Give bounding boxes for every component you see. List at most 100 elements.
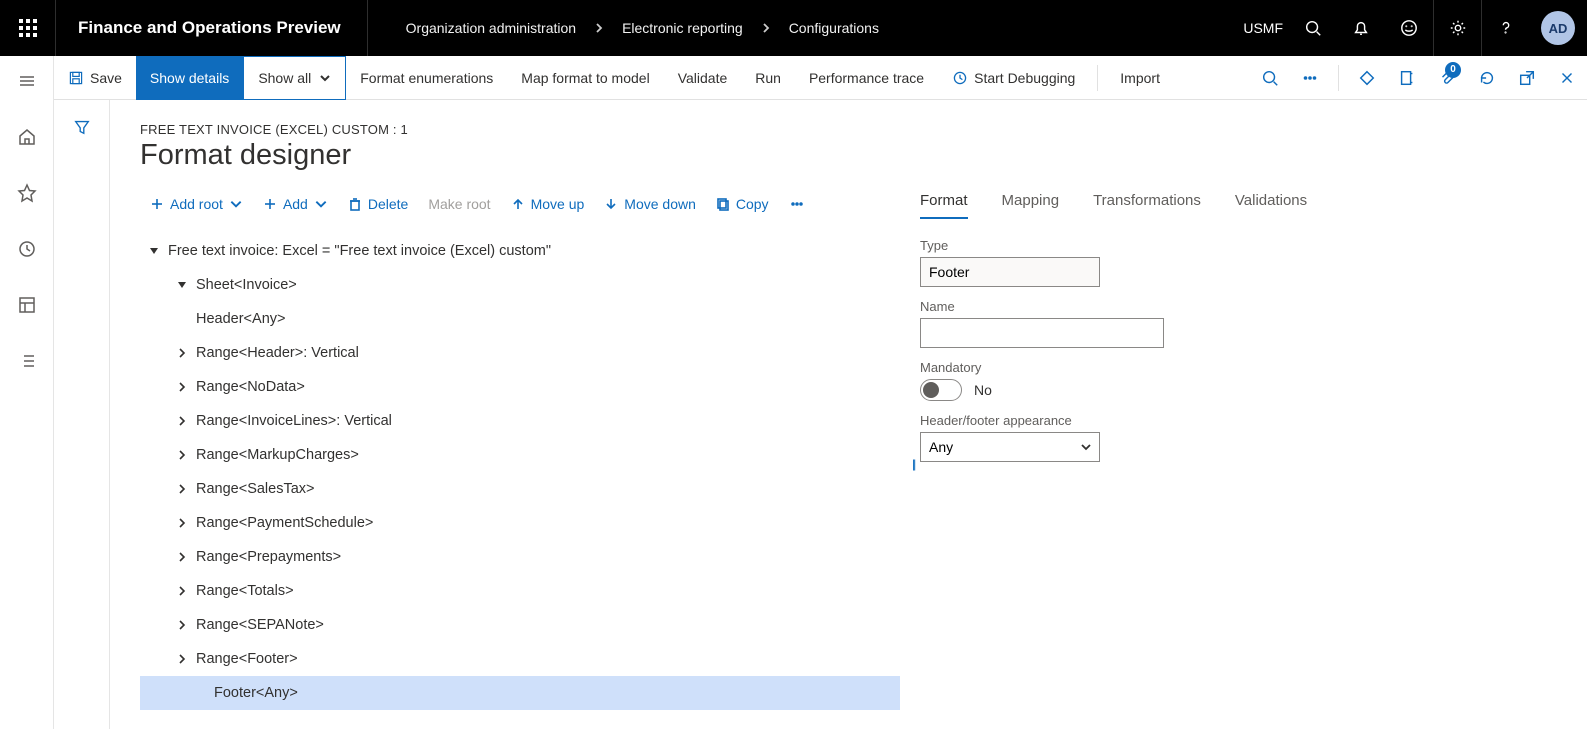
chevron-down-icon	[319, 72, 331, 84]
delete-label: Delete	[368, 196, 408, 212]
mandatory-value: No	[974, 382, 992, 398]
tree-node-range-invoicelines[interactable]: Range<InvoiceLines>: Vertical	[140, 404, 900, 438]
caret-right-icon[interactable]	[168, 450, 196, 460]
show-all-button[interactable]: Show all	[243, 56, 346, 100]
breadcrumb-item[interactable]: Configurations	[789, 20, 879, 36]
add-root-button[interactable]: Add root	[140, 192, 253, 216]
home-icon[interactable]	[0, 114, 54, 160]
caret-right-icon[interactable]	[168, 484, 196, 494]
tree-node-range-sepanote[interactable]: Range<SEPANote>	[140, 608, 900, 642]
divider	[1338, 65, 1339, 91]
caret-right-icon[interactable]	[168, 654, 196, 664]
diamond-icon[interactable]	[1347, 56, 1387, 100]
tab-mapping[interactable]: Mapping	[1002, 192, 1060, 219]
tree-node-label: Range<Header>: Vertical	[196, 336, 359, 370]
appearance-select[interactable]	[920, 432, 1100, 462]
caret-down-icon[interactable]	[140, 246, 168, 256]
move-up-button[interactable]: Move up	[501, 192, 595, 216]
caret-right-icon[interactable]	[168, 382, 196, 392]
tree-node-range-salestax[interactable]: Range<SalesTax>	[140, 472, 900, 506]
gear-icon[interactable]	[1433, 0, 1481, 56]
more-icon[interactable]	[1290, 56, 1330, 100]
page-title: Format designer	[140, 139, 1557, 172]
topbar: Finance and Operations Preview Organizat…	[0, 0, 1587, 56]
filter-icon[interactable]	[73, 118, 91, 729]
delete-button[interactable]: Delete	[338, 192, 418, 216]
performance-trace-button[interactable]: Performance trace	[795, 56, 938, 100]
tree-node-root[interactable]: Free text invoice: Excel = "Free text in…	[140, 234, 900, 268]
make-root-button: Make root	[418, 192, 500, 216]
company-code[interactable]: USMF	[1243, 20, 1283, 36]
star-icon[interactable]	[0, 170, 54, 216]
tab-transformations[interactable]: Transformations	[1093, 192, 1201, 219]
add-root-label: Add root	[170, 196, 223, 212]
validate-button[interactable]: Validate	[664, 56, 742, 100]
caret-right-icon[interactable]	[168, 416, 196, 426]
page-search-icon[interactable]	[1250, 56, 1290, 100]
caret-down-icon[interactable]	[168, 280, 196, 290]
tree-node-range-markup[interactable]: Range<MarkupCharges>	[140, 438, 900, 472]
modules-icon[interactable]	[0, 338, 54, 384]
chevron-down-icon	[314, 197, 328, 211]
mandatory-toggle[interactable]	[920, 379, 962, 401]
format-enumerations-button[interactable]: Format enumerations	[346, 56, 507, 100]
caret-right-icon[interactable]	[168, 586, 196, 596]
tree-node-range-nodata[interactable]: Range<NoData>	[140, 370, 900, 404]
bell-icon[interactable]	[1337, 0, 1385, 56]
make-root-label: Make root	[428, 196, 490, 212]
move-down-button[interactable]: Move down	[594, 192, 706, 216]
appearance-field[interactable]	[920, 432, 1100, 462]
copy-button[interactable]: Copy	[706, 192, 779, 216]
add-button[interactable]: Add	[253, 192, 338, 216]
filter-panel	[54, 100, 110, 729]
breadcrumb-item[interactable]: Electronic reporting	[622, 20, 743, 36]
tree-node-range-totals[interactable]: Range<Totals>	[140, 574, 900, 608]
run-button[interactable]: Run	[741, 56, 795, 100]
divider	[1097, 65, 1098, 91]
help-icon[interactable]	[1481, 0, 1529, 56]
name-field[interactable]	[920, 318, 1164, 348]
tree-node-label: Range<SEPANote>	[196, 608, 324, 642]
nav-collapse-icon[interactable]	[0, 58, 54, 104]
close-icon[interactable]	[1547, 56, 1587, 100]
app-launcher-icon[interactable]	[0, 0, 56, 56]
tree-node-footer[interactable]: Footer<Any>	[140, 676, 900, 710]
map-format-button[interactable]: Map format to model	[507, 56, 663, 100]
type-label: Type	[920, 238, 1340, 253]
attachments-badge: 0	[1445, 62, 1461, 78]
tree-node-range-paymentschedule[interactable]: Range<PaymentSchedule>	[140, 506, 900, 540]
tree-toolbar-overflow[interactable]	[779, 192, 815, 216]
tree-node-sheet[interactable]: Sheet<Invoice>	[140, 268, 900, 302]
tree-node-header[interactable]: Header<Any>	[140, 302, 900, 336]
refresh-icon[interactable]	[1467, 56, 1507, 100]
import-button[interactable]: Import	[1106, 56, 1174, 100]
tree-node-range-prepayments[interactable]: Range<Prepayments>	[140, 540, 900, 574]
smiley-icon[interactable]	[1385, 0, 1433, 56]
tab-format[interactable]: Format	[920, 192, 968, 219]
tree-node-range-header[interactable]: Range<Header>: Vertical	[140, 336, 900, 370]
chevron-right-icon	[761, 20, 771, 36]
start-debugging-label: Start Debugging	[974, 70, 1075, 86]
chevron-right-icon	[594, 20, 604, 36]
caret-right-icon[interactable]	[168, 620, 196, 630]
caret-right-icon[interactable]	[168, 518, 196, 528]
splitter-handle[interactable]: ||	[912, 457, 914, 471]
recent-icon[interactable]	[0, 226, 54, 272]
start-debugging-button[interactable]: Start Debugging	[938, 56, 1089, 100]
show-all-label: Show all	[258, 70, 311, 86]
search-icon[interactable]	[1289, 0, 1337, 56]
caret-right-icon[interactable]	[168, 552, 196, 562]
workspaces-icon[interactable]	[0, 282, 54, 328]
save-button[interactable]: Save	[54, 56, 136, 100]
tree-node-label: Range<Totals>	[196, 574, 294, 608]
show-details-button[interactable]: Show details	[136, 56, 243, 100]
popout-icon[interactable]	[1507, 56, 1547, 100]
tab-validations[interactable]: Validations	[1235, 192, 1307, 219]
breadcrumb-item[interactable]: Organization administration	[406, 20, 576, 36]
office-icon[interactable]	[1387, 56, 1427, 100]
avatar[interactable]: AD	[1541, 11, 1575, 45]
caret-right-icon[interactable]	[168, 348, 196, 358]
attachments-icon[interactable]: 0	[1427, 56, 1467, 100]
tree-node-range-footer[interactable]: Range<Footer>	[140, 642, 900, 676]
type-field[interactable]	[920, 257, 1100, 287]
